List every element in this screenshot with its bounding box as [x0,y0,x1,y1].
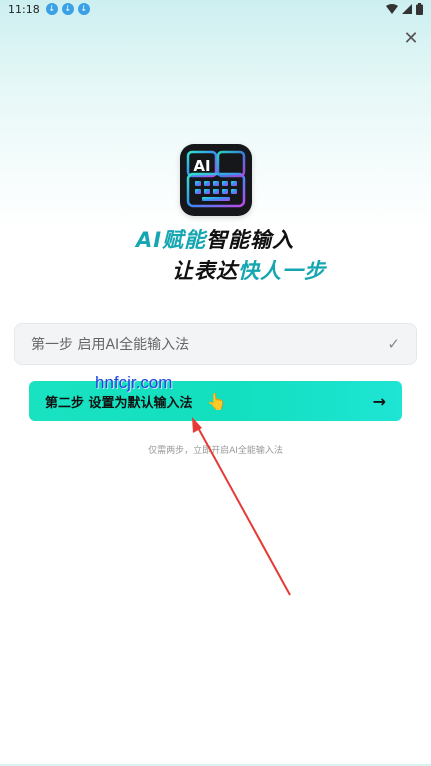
step2-set-default-button[interactable]: 第二步 设置为默认输入法 👆 → [29,381,402,421]
logo-text: AI [193,157,210,175]
signal-icon [402,4,412,14]
headline-accent-2: 快人一步 [238,259,326,283]
headline-line1: AI赋能智能输入 [136,224,294,254]
check-icon: ✓ [387,335,400,353]
status-time: 11:18 [8,2,40,16]
pointing-hand-icon: 👆 [206,391,227,411]
wifi-icon [386,4,398,14]
headline-accent-1: AI赋能 [136,228,207,252]
headline-line2: 让表达快人一步 [172,255,326,285]
keyboard-icon: AI [186,150,246,208]
step1-enable-ime[interactable]: 第一步 启用AI全能输入法 ✓ [14,323,417,365]
watermark: hnfcjr.com [95,373,173,392]
step2-label: 第二步 设置为默认输入法 [45,395,193,411]
step1-label: 第一步 启用AI全能输入法 [31,337,190,353]
status-right [386,3,423,15]
close-icon[interactable]: ✕ [401,28,421,49]
download-icon: ↓ [77,3,90,15]
download-icon: ↓ [61,3,74,15]
download-icon: ↓ [45,3,58,15]
app-logo: AI [180,144,252,216]
hint-text: 仅需两步，立即开启AI全能输入法 [148,446,283,456]
battery-icon [416,3,423,15]
arrow-right-icon: → [372,391,386,411]
headline-rest-1: 智能输入 [206,228,295,252]
status-bar: 11:18 ↓ ↓ ↓ [0,0,431,18]
headline-rest-2: 让表达 [172,259,238,283]
